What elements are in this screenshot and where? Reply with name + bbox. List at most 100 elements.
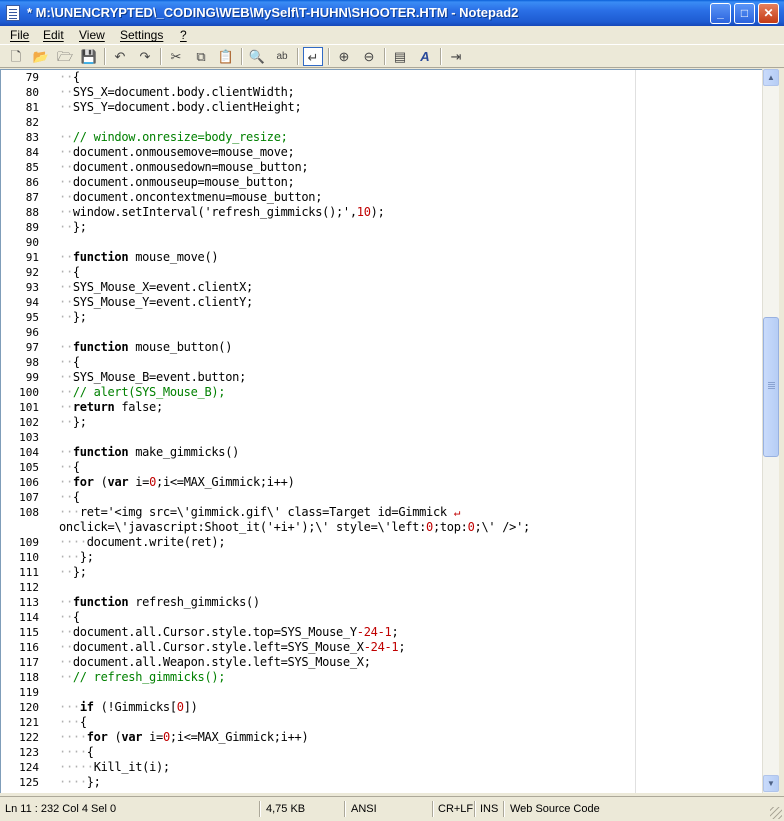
redo-icon[interactable]: ↷ [135, 47, 155, 66]
menu-file[interactable]: File [10, 26, 29, 44]
minimize-button[interactable]: _ [710, 3, 731, 24]
code-line[interactable]: 96 [1, 325, 761, 340]
code-line[interactable]: 118 ··// refresh_gimmicks(); [1, 670, 761, 685]
code-line[interactable]: 100 ··// alert(SYS_Mouse_B); [1, 385, 761, 400]
code-line[interactable]: 120 ···if (!Gimmicks[0]) [1, 700, 761, 715]
code-line[interactable]: 107 ··{ [1, 490, 761, 505]
line-number: 91 [25, 251, 39, 264]
code-line[interactable]: 101 ··return false; [1, 400, 761, 415]
code-line[interactable]: 116 ··document.all.Cursor.style.left=SYS_… [1, 640, 761, 655]
menu-edit[interactable]: Edit [43, 26, 64, 44]
code-line[interactable]: 117 ··document.all.Weapon.style.left=SYS_… [1, 655, 761, 670]
code-line[interactable]: 88 ··window.setInterval('refresh_gimmicks… [1, 205, 761, 220]
line-number: 117 [19, 656, 39, 669]
status-position[interactable]: Ln 11 : 232 Col 4 Sel 0 [5, 801, 116, 817]
code-text: ··function mouse_button() [59, 340, 233, 354]
code-line[interactable]: 80 ··SYS_X=document.body.clientWidth; [1, 85, 761, 100]
scroll-up-button[interactable]: ▲ [763, 69, 779, 86]
line-number: 123 [19, 746, 39, 759]
menu-view[interactable]: View [79, 26, 105, 44]
code-line[interactable]: 103 [1, 430, 761, 445]
paste-icon[interactable]: 📋 [216, 47, 236, 66]
line-number: 88 [25, 206, 39, 219]
code-line[interactable]: 97 ··function mouse_button() [1, 340, 761, 355]
scroll-down-button[interactable]: ▼ [763, 775, 779, 792]
status-insert-mode[interactable]: INS [480, 801, 498, 817]
line-number: 105 [19, 461, 39, 474]
line-number: 90 [25, 236, 39, 249]
code-line[interactable]: 82 [1, 115, 761, 130]
code-line[interactable]: 111 ··}; [1, 565, 761, 580]
save-icon[interactable]: 💾 [79, 47, 99, 66]
zoom-out-icon[interactable]: ⊖ [359, 47, 379, 66]
code-text: ··SYS_Mouse_Y=event.clientY; [59, 295, 253, 309]
line-number: 110 [19, 551, 39, 564]
exit-icon[interactable]: ⇥ [446, 47, 466, 66]
code-line[interactable]: 108 ···ret='<img src=\'gimmick.gif\' clas… [1, 505, 761, 520]
code-line[interactable]: 114 ··{ [1, 610, 761, 625]
code-text: ···}; [59, 550, 94, 564]
copy-icon[interactable]: ⧉ [191, 47, 211, 66]
code-line[interactable]: 123 ····{ [1, 745, 761, 760]
replace-icon[interactable]: ab [272, 47, 292, 66]
menu-settings[interactable]: Settings [120, 26, 163, 44]
code-line[interactable]: 104 ··function make_gimmicks() [1, 445, 761, 460]
code-line[interactable]: 124 ·····Kill_it(i); [1, 760, 761, 775]
vertical-scrollbar[interactable]: ▲ ▼ [762, 69, 779, 793]
code-line[interactable]: 98 ··{ [1, 355, 761, 370]
menu-help[interactable]: ? [180, 26, 187, 44]
status-scheme[interactable]: Web Source Code [510, 801, 600, 817]
new-file-icon[interactable]: 🗋 [6, 47, 26, 66]
word-wrap-icon[interactable]: ↵ [303, 47, 323, 66]
code-editor[interactable]: 79 ··{80 ··SYS_X=document.body.clientWidth… [0, 69, 762, 793]
notepad-app-icon[interactable] [6, 5, 20, 21]
scheme-icon[interactable]: ▤ [390, 47, 410, 66]
find-icon[interactable]: 🔍 [247, 47, 267, 66]
code-line[interactable]: 110 ···}; [1, 550, 761, 565]
code-line[interactable]: 115 ··document.all.Cursor.style.top=SYS_M… [1, 625, 761, 640]
zoom-in-icon[interactable]: ⊕ [334, 47, 354, 66]
status-encoding[interactable]: ANSI [351, 801, 377, 817]
status-line-endings[interactable]: CR+LF [438, 801, 473, 817]
code-line[interactable]: 122 ····for (var i=0;i<=MAX_Gimmick;i++) [1, 730, 761, 745]
code-line[interactable]: 90 [1, 235, 761, 250]
browse-icon[interactable]: 🗁 [55, 47, 75, 66]
code-line[interactable]: 79 ··{ [1, 70, 761, 85]
code-line[interactable]: 92 ··{ [1, 265, 761, 280]
cut-icon[interactable]: ✂ [166, 47, 186, 66]
code-line[interactable]: 106 ··for (var i=0;i<=MAX_Gimmick;i++) [1, 475, 761, 490]
code-line[interactable]: 112 [1, 580, 761, 595]
code-line[interactable]: onclick=\'javascript:Shoot_it('+i+');\' … [1, 520, 761, 535]
line-number: 112 [19, 581, 39, 594]
code-line[interactable]: 105 ··{ [1, 460, 761, 475]
scroll-thumb[interactable] [763, 317, 779, 457]
code-line[interactable]: 113 ··function refresh_gimmicks() [1, 595, 761, 610]
code-line[interactable]: 109 ····document.write(ret); [1, 535, 761, 550]
code-line[interactable]: 119 [1, 685, 761, 700]
title-bar[interactable]: * M:\UNENCRYPTED\_CODING\WEB\MySelf\T-HU… [0, 0, 784, 26]
maximize-button[interactable]: □ [734, 3, 755, 24]
customize-scheme-icon[interactable]: A [415, 47, 435, 66]
line-number: 93 [25, 281, 39, 294]
code-line[interactable]: 85 ··document.onmousedown=mouse_button; [1, 160, 761, 175]
code-line[interactable]: 121 ···{ [1, 715, 761, 730]
code-line[interactable]: 94 ··SYS_Mouse_Y=event.clientY; [1, 295, 761, 310]
code-line[interactable]: 87 ··document.oncontextmenu=mouse_button; [1, 190, 761, 205]
code-line[interactable]: 89 ··}; [1, 220, 761, 235]
code-line[interactable]: 102 ··}; [1, 415, 761, 430]
code-line[interactable]: 125 ····}; [1, 775, 761, 790]
status-separator [344, 801, 346, 817]
undo-icon[interactable]: ↶ [110, 47, 130, 66]
code-line[interactable]: 99 ··SYS_Mouse_B=event.button; [1, 370, 761, 385]
resize-grip-icon[interactable] [770, 807, 782, 819]
code-line[interactable]: 83 ··// window.onresize=body_resize; [1, 130, 761, 145]
code-line[interactable]: 84 ··document.onmousemove=mouse_move; [1, 145, 761, 160]
close-button[interactable]: ✕ [758, 3, 779, 24]
code-line[interactable]: 95 ··}; [1, 310, 761, 325]
code-line[interactable]: 81 ··SYS_Y=document.body.clientHeight; [1, 100, 761, 115]
code-line[interactable]: 93 ··SYS_Mouse_X=event.clientX; [1, 280, 761, 295]
open-folder-icon[interactable]: 📂 [31, 47, 51, 66]
line-number: 92 [25, 266, 39, 279]
code-line[interactable]: 91 ··function mouse_move() [1, 250, 761, 265]
code-line[interactable]: 86 ··document.onmouseup=mouse_button; [1, 175, 761, 190]
